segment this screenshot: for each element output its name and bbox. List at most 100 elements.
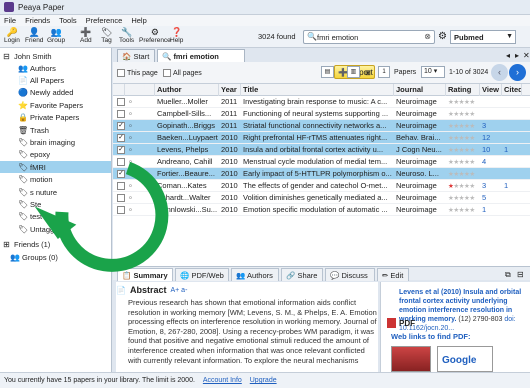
column-header[interactable]: Author xyxy=(155,84,219,96)
cell-cited[interactable] xyxy=(502,192,522,204)
source-select[interactable]: Pubmed ▼ xyxy=(450,30,516,44)
column-header[interactable]: Journal xyxy=(394,84,446,96)
rating-stars[interactable]: ★★★★★ xyxy=(446,156,475,168)
sidebar-item-brain-imaging[interactable]: 🏷 brain imaging xyxy=(18,136,75,148)
sidebar-friends[interactable]: ⊞ Friends (1) xyxy=(2,238,50,250)
search-settings-icon[interactable]: ⚙ xyxy=(438,31,447,42)
sidebar-item-newly-added[interactable]: 🔵 Newly added xyxy=(18,87,73,99)
cell-cited[interactable]: 1 xyxy=(502,144,522,156)
page-number-input[interactable]: 1 xyxy=(378,66,390,78)
close-tab-icon[interactable]: ✕ xyxy=(523,51,530,60)
tab-pdf-web[interactable]: 🌐 PDF/Web xyxy=(175,268,229,281)
cell-cited[interactable] xyxy=(502,132,522,144)
table-row[interactable]: ✓ ▫ Baeken...Luypaert 2010 Right prefrontal … xyxy=(113,132,530,144)
sidebar-item-s-nuture[interactable]: 🏷 s nuture xyxy=(18,186,57,198)
toolbar-tools-button[interactable]: 🔧 Tools xyxy=(119,27,134,47)
sidebar-item-fmri[interactable]: 🏷 fMRI xyxy=(0,161,111,174)
view-list-icon[interactable]: ▤ xyxy=(321,66,334,78)
cell-view[interactable] xyxy=(480,168,502,180)
column-header[interactable]: Rating xyxy=(446,84,480,96)
collapse-panel-icon[interactable]: ⊟ xyxy=(517,270,524,279)
row-checkbox[interactable]: ✓ xyxy=(115,168,127,180)
cell-view[interactable]: 3 xyxy=(480,180,502,192)
sidebar-item-private-papers[interactable]: 🔒 Private Papers xyxy=(18,112,79,124)
rating-stars[interactable]: ★★★★★ xyxy=(446,204,475,216)
tab-scroll-left-icon[interactable]: ◂ xyxy=(506,51,510,60)
cell-cited[interactable] xyxy=(502,120,522,132)
view-detail-icon[interactable]: ▥ xyxy=(347,66,360,78)
tab-discuss[interactable]: 💬 Discuss xyxy=(325,268,375,281)
tab-summary[interactable]: 📋 Summary xyxy=(117,268,173,281)
row-checkbox[interactable]: ✓ xyxy=(115,120,127,132)
all-pages-checkbox[interactable]: All pages xyxy=(163,69,202,77)
row-checkbox[interactable] xyxy=(115,192,127,204)
toolbar-add-button[interactable]: ➕ Add xyxy=(80,27,92,47)
row-checkbox[interactable] xyxy=(115,156,127,168)
table-row[interactable]: ✓ ▫ Gopinath...Briggs 2011 Striatal function… xyxy=(113,120,530,132)
cell-cited[interactable] xyxy=(502,96,522,108)
account-info-link[interactable]: Account Info xyxy=(203,377,242,384)
column-header[interactable]: Year xyxy=(219,84,241,96)
toolbar-tag-button[interactable]: 🏷 Tag xyxy=(101,27,112,47)
rating-stars[interactable]: ★★★★★ xyxy=(446,180,475,192)
tab-authors[interactable]: 👥 Authors xyxy=(231,268,279,281)
sidebar-item-untagged[interactable]: 🏷 Untagged xyxy=(18,223,63,235)
sidebar-item-test[interactable]: 🏷 test xyxy=(18,211,42,223)
font-size-controls[interactable]: A+ a- xyxy=(170,287,187,294)
row-checkbox[interactable] xyxy=(115,96,127,108)
tab-edit[interactable]: ✏ Edit xyxy=(377,268,409,281)
clear-search-icon[interactable]: ⊗ xyxy=(424,32,431,41)
cell-view[interactable]: 4 xyxy=(480,156,502,168)
rating-stars[interactable]: ★★★★★ xyxy=(446,168,475,180)
tab-scroll-right-icon[interactable]: ▸ xyxy=(515,51,519,60)
journal-thumbnail[interactable] xyxy=(391,346,431,372)
menu-help[interactable]: Help xyxy=(131,16,146,25)
menu-file[interactable]: File xyxy=(4,16,16,25)
row-checkbox[interactable] xyxy=(115,108,127,120)
table-row[interactable]: ▫ Coman...Kates 2010 The effects of gender … xyxy=(113,180,530,192)
sidebar-item-ste[interactable]: 🏷 Ste xyxy=(18,198,41,210)
sidebar-item-all-papers[interactable]: 📄 All Papers xyxy=(18,74,64,86)
tab-start[interactable]: 🏠 Start xyxy=(117,49,155,62)
per-page-select[interactable]: 10 ▾ xyxy=(421,66,445,78)
rating-stars[interactable]: ★★★★★ xyxy=(446,120,475,132)
tab-fmri-emotion[interactable]: 🔍 fmri emotion xyxy=(157,49,245,62)
cell-cited[interactable] xyxy=(502,156,522,168)
cell-cited[interactable] xyxy=(502,168,522,180)
column-header[interactable]: Cited xyxy=(502,84,522,96)
sidebar-item-authors[interactable]: 👥 Authors xyxy=(18,62,56,74)
rating-stars[interactable]: ★★★★★ xyxy=(446,132,475,144)
sidebar-item-motion[interactable]: 🏷 motion xyxy=(18,174,53,186)
cell-view[interactable]: 10 xyxy=(480,144,502,156)
popout-icon[interactable]: ⧉ xyxy=(505,270,511,280)
upgrade-link[interactable]: Upgrade xyxy=(250,377,277,384)
menu-preference[interactable]: Preference xyxy=(86,16,123,25)
cell-view[interactable]: 3 xyxy=(480,120,502,132)
next-page-button[interactable]: › xyxy=(509,64,526,81)
rating-stars[interactable]: ★★★★★ xyxy=(446,144,475,156)
cell-cited[interactable] xyxy=(502,108,522,120)
this-page-checkbox[interactable]: This page xyxy=(117,69,158,77)
toolbar-friend-button[interactable]: 👤 Friend xyxy=(25,27,43,47)
cell-view[interactable]: 5 xyxy=(480,192,502,204)
cell-view[interactable] xyxy=(480,96,502,108)
sidebar-item-epoxy[interactable]: 🏷 epoxy xyxy=(18,149,50,161)
cell-cited[interactable]: 1 xyxy=(502,180,522,192)
toolbar-help-button[interactable]: ❓ Help xyxy=(170,27,183,47)
prev-page-button[interactable]: ‹ xyxy=(491,64,508,81)
column-header-blank[interactable] xyxy=(113,84,125,96)
column-header-blank[interactable] xyxy=(125,84,155,96)
sidebar-user[interactable]: ⊟ John Smith xyxy=(2,50,51,62)
cell-view[interactable] xyxy=(480,108,502,120)
row-checkbox[interactable]: ✓ xyxy=(115,144,127,156)
menu-tools[interactable]: Tools xyxy=(59,16,77,25)
toolbar-login-button[interactable]: 🔑 Login xyxy=(4,27,20,47)
row-checkbox[interactable] xyxy=(115,180,127,192)
cell-view[interactable]: 1 xyxy=(480,204,502,216)
first-page-icon[interactable]: ⊞ xyxy=(365,69,371,77)
google-logo[interactable]: Google xyxy=(437,346,493,372)
table-row[interactable]: ▫ Schardt...Walter 2010 Volition diminishes… xyxy=(113,192,530,204)
table-row[interactable]: ▫ Mueller...Moller 2011 Investigating brain… xyxy=(113,96,530,108)
sidebar-item-trash[interactable]: 🗑 Trash xyxy=(18,124,49,136)
sidebar-item-favorite-papers[interactable]: ⭐ Favorite Papers xyxy=(18,99,83,111)
